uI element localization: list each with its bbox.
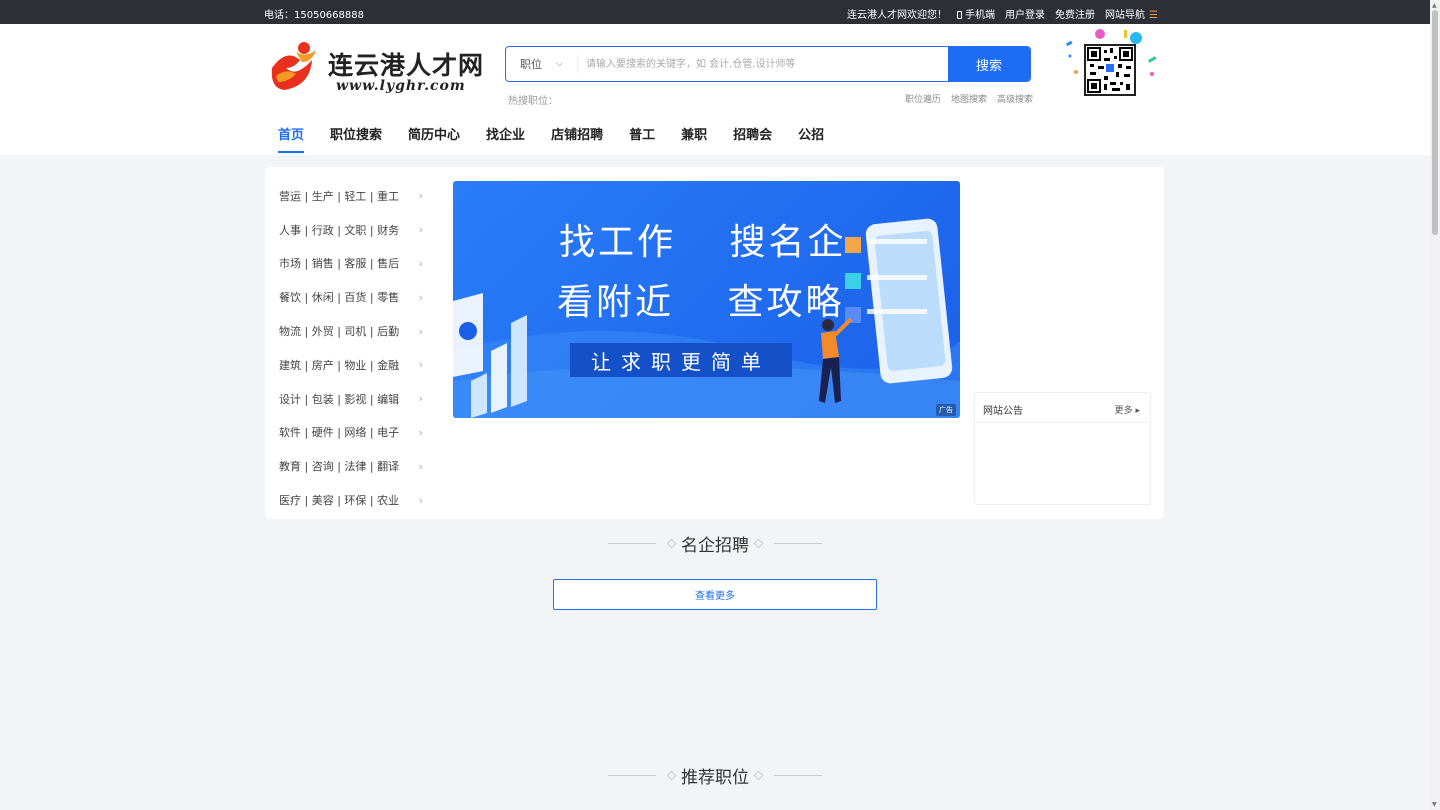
quick-search-links: 职位遍历 地图搜索 高级搜索 <box>905 92 1033 105</box>
divider <box>975 422 1150 423</box>
job-browse-link[interactable]: 职位遍历 <box>905 92 941 105</box>
nav-item-job-search[interactable]: 职位搜索 <box>330 124 382 153</box>
notice-more-link[interactable]: 更多 ▸ <box>1115 403 1140 416</box>
chevron-right-icon: › <box>418 189 423 203</box>
page-scrollbar[interactable]: ▲ ▼ <box>1430 0 1440 810</box>
category-item[interactable]: 医疗 | 美容 | 环保 | 农业 › <box>279 483 429 517</box>
chevron-right-icon: › <box>418 392 423 406</box>
divider <box>774 543 822 544</box>
view-more-button[interactable]: 查看更多 <box>553 579 877 610</box>
nav-item-resume-center[interactable]: 简历中心 <box>408 124 460 153</box>
category-item[interactable]: 物流 | 外贸 | 司机 | 后勤 › <box>279 314 429 348</box>
nav-item-job-fair[interactable]: 招聘会 <box>733 124 772 153</box>
divider <box>774 775 822 776</box>
qr-code-image <box>1084 44 1136 96</box>
search-box: 职位 ⌵ 搜索 <box>505 46 1031 82</box>
banner-slogan: 让求职更简单 <box>570 343 792 377</box>
main-nav: 首页 职位搜索 简历中心 找企业 店铺招聘 普工 兼职 招聘会 公招 <box>278 124 824 153</box>
promo-banner[interactable]: 找工作 搜名企 看附近 查攻略 让求职更简单 广告 <box>453 181 960 418</box>
search-button[interactable]: 搜索 <box>948 47 1030 81</box>
advanced-search-link[interactable]: 高级搜索 <box>997 92 1033 105</box>
ad-tag: 广告 <box>936 404 956 416</box>
category-item[interactable]: 人事 | 行政 | 文职 | 财务 › <box>279 213 429 247</box>
chevron-right-icon: › <box>418 256 423 270</box>
logo-url-text: www.lyghr.com <box>336 78 466 94</box>
login-link[interactable]: 用户登录 <box>1005 6 1045 21</box>
register-link[interactable]: 免费注册 <box>1055 6 1095 21</box>
category-item[interactable]: 建筑 | 房产 | 物业 | 金融 › <box>279 348 429 382</box>
category-item[interactable]: 市场 | 销售 | 客服 | 售后 › <box>279 247 429 281</box>
category-list: 营运 | 生产 | 轻工 | 重工 › 人事 | 行政 | 文职 | 财务 › 市场… <box>279 179 429 517</box>
menu-icon: ☰ <box>1149 10 1158 21</box>
divider <box>608 543 656 544</box>
category-item[interactable]: 餐饮 | 休闲 | 百货 | 零售 › <box>279 280 429 314</box>
recommended-jobs-heading: 推荐职位 <box>0 763 1430 788</box>
nav-item-public-recruit[interactable]: 公招 <box>798 124 824 153</box>
chevron-right-icon: › <box>418 223 423 237</box>
diamond-icon <box>753 538 764 549</box>
mobile-link[interactable]: 手机端 <box>957 6 995 21</box>
qr-code-area <box>1062 28 1162 100</box>
chevron-right-icon: › <box>418 324 423 338</box>
scroll-down-icon[interactable]: ▼ <box>1432 801 1437 808</box>
diamond-icon <box>666 770 677 781</box>
top-links: 连云港人才网欢迎您！ 手机端 用户登录 免费注册 网站导航 ☰ <box>847 6 1158 21</box>
header: 连云港人才网 www.lyghr.com 职位 ⌵ 搜索 热搜职位： 职位遍历 … <box>0 24 1430 155</box>
caret-right-icon: ▸ <box>1135 406 1140 416</box>
category-item[interactable]: 营运 | 生产 | 轻工 | 重工 › <box>279 179 429 213</box>
site-logo[interactable]: 连云港人才网 www.lyghr.com <box>266 38 488 98</box>
divider <box>608 775 656 776</box>
logo-mark-icon <box>271 42 316 90</box>
mobile-phone-icon <box>957 11 963 19</box>
nav-item-shop-hiring[interactable]: 店铺招聘 <box>551 124 603 153</box>
site-notice-panel: 网站公告 更多 ▸ <box>974 392 1151 505</box>
chevron-right-icon: › <box>418 290 423 304</box>
search-type-select[interactable]: 职位 ⌵ <box>506 55 578 73</box>
search-input[interactable] <box>578 47 948 81</box>
scrollbar-thumb[interactable] <box>1432 10 1438 235</box>
chevron-right-icon: › <box>418 493 423 507</box>
nav-item-home[interactable]: 首页 <box>278 124 305 153</box>
logo-brand-text: 连云港人才网 <box>328 51 485 80</box>
category-item[interactable]: 设计 | 包装 | 影视 | 编辑 › <box>279 382 429 416</box>
diamond-icon <box>666 538 677 549</box>
contact-phone: 电话：15050668888 <box>264 10 364 21</box>
chevron-right-icon: › <box>418 425 423 439</box>
hot-jobs-label: 热搜职位： <box>508 96 558 107</box>
banner-line-2: 看附近 查攻略 <box>557 282 845 323</box>
category-item[interactable]: 软件 | 硬件 | 网络 | 电子 › <box>279 416 429 450</box>
chevron-right-icon: › <box>418 358 423 372</box>
famous-companies-heading: 名企招聘 <box>0 531 1430 556</box>
top-bar: 电话：15050668888 连云港人才网欢迎您！ 手机端 用户登录 免费注册 … <box>0 0 1430 24</box>
category-item[interactable]: 教育 | 咨询 | 法律 | 翻译 › <box>279 449 429 483</box>
chevron-right-icon: › <box>418 459 423 473</box>
banner-line-1: 找工作 搜名企 <box>559 222 847 263</box>
chevron-down-icon: ⌵ <box>556 59 563 69</box>
map-search-link[interactable]: 地图搜索 <box>951 92 987 105</box>
site-nav-link[interactable]: 网站导航 ☰ <box>1105 6 1158 21</box>
nav-item-companies[interactable]: 找企业 <box>486 124 525 153</box>
scroll-up-icon[interactable]: ▲ <box>1432 2 1437 9</box>
main-panel: 营运 | 生产 | 轻工 | 重工 › 人事 | 行政 | 文职 | 财务 › 市场… <box>265 167 1164 519</box>
qr-code-icon <box>1087 47 1133 93</box>
nav-item-general-labor[interactable]: 普工 <box>629 124 655 153</box>
diamond-icon <box>753 770 764 781</box>
nav-item-part-time[interactable]: 兼职 <box>681 124 707 153</box>
notice-title: 网站公告 <box>983 406 1023 417</box>
welcome-text: 连云港人才网欢迎您！ <box>847 10 948 21</box>
